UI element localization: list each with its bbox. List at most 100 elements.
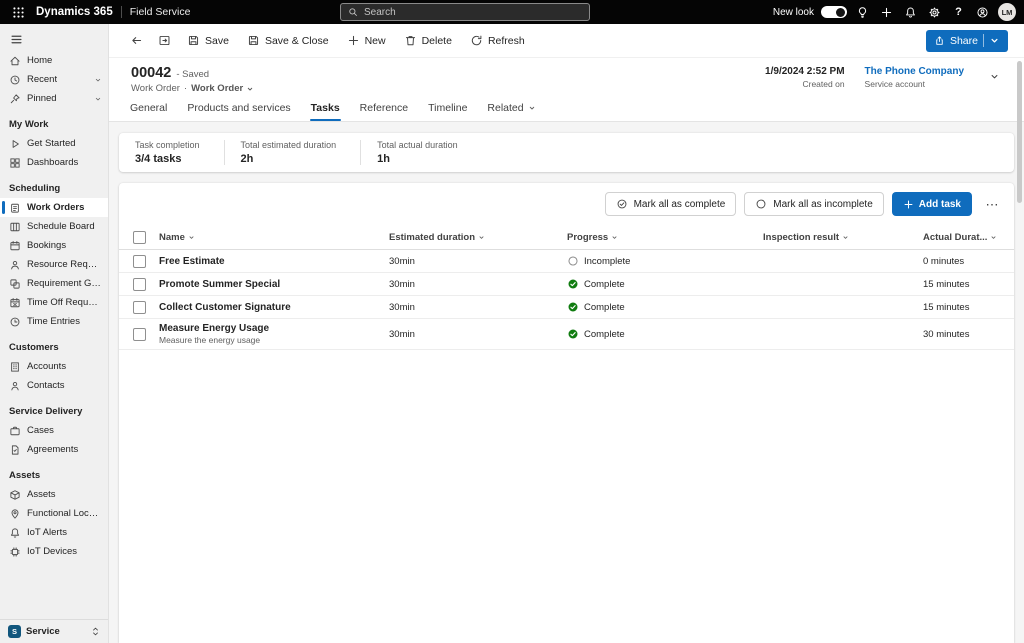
app-launcher-button[interactable] [8, 2, 28, 22]
person-icon[interactable] [974, 3, 991, 21]
service-account-label: Service account [864, 79, 926, 89]
service-account-link[interactable]: The Phone Company [865, 66, 964, 77]
created-on-label: Created on [802, 79, 845, 89]
column-header-progress[interactable]: Progress [567, 232, 763, 243]
sidebar-item-requirement-groups[interactable]: Requirement Groups [0, 274, 108, 293]
add-task-button[interactable]: Add task [891, 192, 972, 216]
sidebar-item-bookings[interactable]: Bookings [0, 236, 108, 255]
refresh-button[interactable]: Refresh [462, 28, 533, 54]
sort-chevron-icon [479, 235, 484, 239]
expand-button[interactable] [151, 28, 177, 54]
progress-cell[interactable]: Incomplete [567, 255, 763, 267]
help-icon[interactable]: ? [950, 3, 967, 21]
progress-cell[interactable]: Complete [567, 278, 763, 290]
search-box[interactable] [340, 3, 590, 21]
sidebar-item-contacts[interactable]: Contacts [0, 376, 108, 395]
record-header: 00042 - Saved Work Order · Work Order 1/… [109, 58, 1024, 97]
task-name[interactable]: Free Estimate [159, 256, 389, 267]
accounts-icon [9, 361, 21, 373]
sidebar-item-recent[interactable]: Recent [0, 70, 108, 89]
add-icon [904, 200, 913, 208]
sidebar-item-pinned[interactable]: Pinned [0, 89, 108, 108]
row-checkbox[interactable] [132, 277, 146, 291]
save-and-close-label: Save & Close [264, 34, 329, 47]
area-switch-icon [93, 627, 98, 636]
environment-name[interactable]: Field Service [130, 6, 191, 18]
save-button[interactable]: Save [179, 28, 237, 54]
mark-all-complete-button[interactable]: Mark all as complete [604, 192, 737, 216]
sidebar-item-assets[interactable]: Assets [0, 485, 108, 504]
task-name[interactable]: Promote Summer Special [159, 279, 389, 290]
tab-products-and-services[interactable]: Products and services [178, 97, 299, 121]
toggle-knob [836, 7, 845, 17]
cases-icon [9, 425, 21, 437]
gear-icon[interactable] [926, 3, 943, 21]
new-button[interactable]: New [339, 28, 394, 54]
collapse-sitemap-button[interactable] [0, 26, 33, 51]
vertical-scrollbar[interactable] [1017, 27, 1023, 640]
sidebar-item-schedule-board[interactable]: Schedule Board [0, 217, 108, 236]
sidebar-item-time-entries[interactable]: Time Entries [0, 312, 108, 331]
stat-total-actual-duration: Total actual duration 1h [360, 140, 482, 165]
tab-timeline[interactable]: Timeline [419, 97, 476, 121]
new-look-toggle[interactable] [821, 6, 847, 18]
more-commands-button[interactable]: ⋯ [980, 192, 1004, 216]
app-title[interactable]: Dynamics 365 [36, 6, 113, 18]
area-switcher[interactable]: S Service [0, 619, 108, 643]
tab-general[interactable]: General [121, 97, 176, 121]
progress-label: Complete [584, 301, 625, 313]
column-header-actual-duration[interactable]: Actual Durat... [923, 232, 1014, 243]
sidebar-item-iot-alerts[interactable]: IoT Alerts [0, 523, 108, 542]
stat-value: 1h [377, 153, 390, 165]
sidebar-item-get-started[interactable]: Get Started [0, 134, 108, 153]
trash-icon [405, 36, 415, 46]
sidebar-item-dashboards[interactable]: Dashboards [0, 153, 108, 172]
grid-actions: Mark all as complete Mark all as incompl… [119, 192, 1014, 225]
avatar[interactable]: LM [998, 3, 1016, 21]
lightbulb-icon[interactable] [854, 3, 871, 21]
add-task-label: Add task [918, 198, 961, 210]
column-header-estimated-duration[interactable]: Estimated duration [389, 232, 567, 243]
area-label: Service [26, 626, 60, 637]
sidebar-group-assets: Assets [9, 470, 41, 481]
mark-all-incomplete-button[interactable]: Mark all as incomplete [744, 192, 884, 216]
form-selector[interactable]: Work Order [191, 83, 254, 94]
row-checkbox[interactable] [132, 254, 146, 268]
progress-cell[interactable]: Complete [567, 301, 763, 313]
sidebar-item-cases[interactable]: Cases [0, 421, 108, 440]
tab-related[interactable]: Related [478, 97, 544, 121]
add-icon[interactable] [878, 3, 895, 21]
task-name[interactable]: Measure Energy Usage Measure the energy … [159, 323, 389, 345]
sidebar-item-agreements[interactable]: Agreements [0, 440, 108, 459]
sidebar-item-resource-requirements[interactable]: Resource Requireme... [0, 255, 108, 274]
task-name[interactable]: Collect Customer Signature [159, 302, 389, 313]
save-and-close-button[interactable]: Save & Close [239, 28, 337, 54]
search-input[interactable] [364, 6, 582, 18]
row-checkbox[interactable] [132, 300, 146, 314]
sidebar-item-accounts[interactable]: Accounts [0, 357, 108, 376]
row-checkbox[interactable] [132, 327, 146, 341]
progress-cell[interactable]: Complete [567, 328, 763, 340]
column-header-inspection-result[interactable]: Inspection result [763, 232, 923, 243]
sidebar-item-work-orders[interactable]: Work Orders [0, 198, 108, 217]
sidebar-item-label: Schedule Board [27, 221, 95, 232]
tab-label: Tasks [310, 102, 340, 114]
sidebar-item-functional-locations[interactable]: Functional Locations [0, 504, 108, 523]
back-button[interactable] [123, 28, 149, 54]
time-entries-icon [9, 316, 21, 328]
delete-button[interactable]: Delete [396, 28, 460, 54]
share-split-divider [983, 34, 984, 47]
bell-icon[interactable] [902, 3, 919, 21]
scrollbar-thumb[interactable] [1017, 61, 1022, 203]
column-header-name[interactable]: Name [159, 232, 389, 243]
tab-reference[interactable]: Reference [351, 97, 417, 121]
tab-tasks[interactable]: Tasks [302, 97, 349, 121]
sidebar-item-iot-devices[interactable]: IoT Devices [0, 542, 108, 561]
select-all-checkbox[interactable] [132, 230, 146, 244]
sidebar-item-time-off-requests[interactable]: Time Off Requests [0, 293, 108, 312]
sidebar-item-home[interactable]: Home [0, 51, 108, 70]
column-label: Estimated duration [389, 231, 476, 243]
share-button[interactable]: Share [925, 29, 1008, 52]
collapse-header-button[interactable] [984, 66, 1004, 86]
dashboards-icon [9, 157, 21, 169]
